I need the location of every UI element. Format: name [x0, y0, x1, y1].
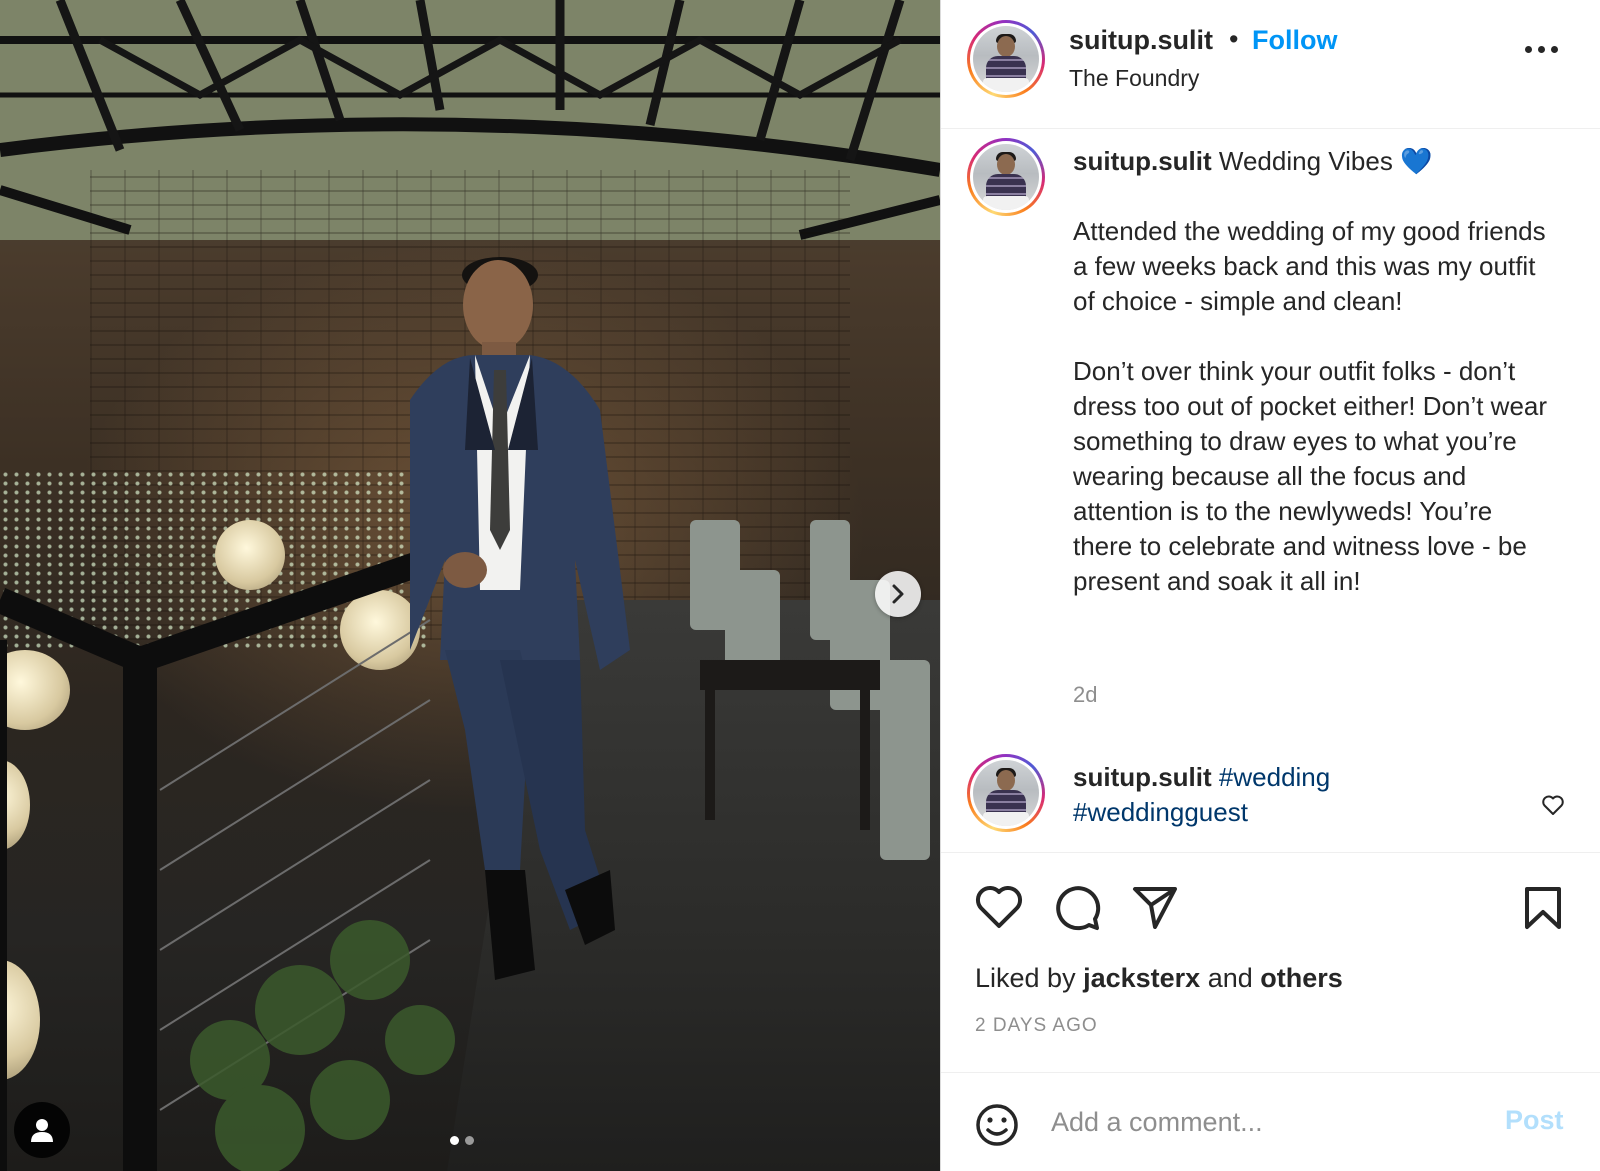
hashtag-link[interactable]: #weddingguest	[1073, 797, 1248, 827]
carousel-dot	[465, 1136, 474, 1145]
comment-like-icon[interactable]	[1541, 794, 1565, 816]
carousel-indicator	[450, 1136, 474, 1145]
chairs-and-table	[690, 520, 930, 860]
comments-section[interactable]: suitup.sulit Wedding Vibes 💙 Attended th…	[941, 130, 1600, 850]
man-in-suit	[410, 257, 630, 980]
chevron-right-icon	[892, 584, 904, 604]
likes-summary: Liked by jacksterx and others	[975, 963, 1343, 994]
share-icon[interactable]	[1131, 885, 1179, 929]
post-button[interactable]: Post	[1505, 1105, 1564, 1136]
action-bar: Liked by jacksterx and others 2 DAYS AGO	[941, 852, 1600, 1072]
emoji-icon[interactable]	[975, 1103, 1019, 1147]
post-header: suitup.sulit • Follow The Foundry	[941, 0, 1600, 129]
post-side-panel: suitup.sulit • Follow The Foundry suitup…	[940, 0, 1600, 1171]
heart-icon[interactable]	[975, 885, 1023, 929]
user-tag-button[interactable]	[14, 1102, 70, 1158]
comment-input[interactable]	[1051, 1099, 1471, 1145]
follow-button[interactable]: Follow	[1252, 25, 1337, 56]
bookmark-icon[interactable]	[1523, 885, 1563, 931]
comment-username[interactable]: suitup.sulit	[1073, 762, 1212, 792]
user-tag-icon	[31, 1119, 53, 1142]
caption-avatar[interactable]	[967, 138, 1045, 216]
author-username[interactable]: suitup.sulit	[1069, 25, 1213, 56]
location-link[interactable]: The Foundry	[1069, 65, 1199, 92]
caption-paragraph: Don’t over think your outfit folks - don…	[1073, 356, 1548, 596]
carousel-dot-active	[450, 1136, 459, 1145]
comment-icon[interactable]	[1053, 885, 1101, 931]
comment-composer: Post	[941, 1072, 1600, 1171]
liked-by-others[interactable]: others	[1260, 963, 1343, 993]
post-timestamp[interactable]: 2 DAYS AGO	[975, 1015, 1098, 1037]
comment-avatar[interactable]	[967, 754, 1045, 832]
more-options-icon[interactable]	[1525, 46, 1558, 53]
caption-username[interactable]: suitup.sulit	[1073, 146, 1212, 176]
header-separator: •	[1229, 24, 1239, 54]
liked-by-prefix: Liked by	[975, 963, 1076, 993]
next-slide-button[interactable]	[875, 571, 921, 617]
caption-paragraph: Attended the wedding of my good friends …	[1073, 216, 1546, 316]
hashtag-link[interactable]: #wedding	[1219, 762, 1330, 792]
liked-by-user[interactable]: jacksterx	[1083, 963, 1200, 993]
liked-by-and: and	[1207, 963, 1253, 993]
caption-timestamp[interactable]: 2d	[1073, 682, 1097, 708]
comment-text: suitup.sulit #wedding #weddingguest	[1073, 760, 1553, 830]
caption-title: Wedding Vibes 💙	[1218, 146, 1433, 176]
caption-text: suitup.sulit Wedding Vibes 💙 Attended th…	[1073, 144, 1553, 599]
author-avatar[interactable]	[967, 20, 1045, 98]
post-photo[interactable]	[0, 0, 940, 1171]
